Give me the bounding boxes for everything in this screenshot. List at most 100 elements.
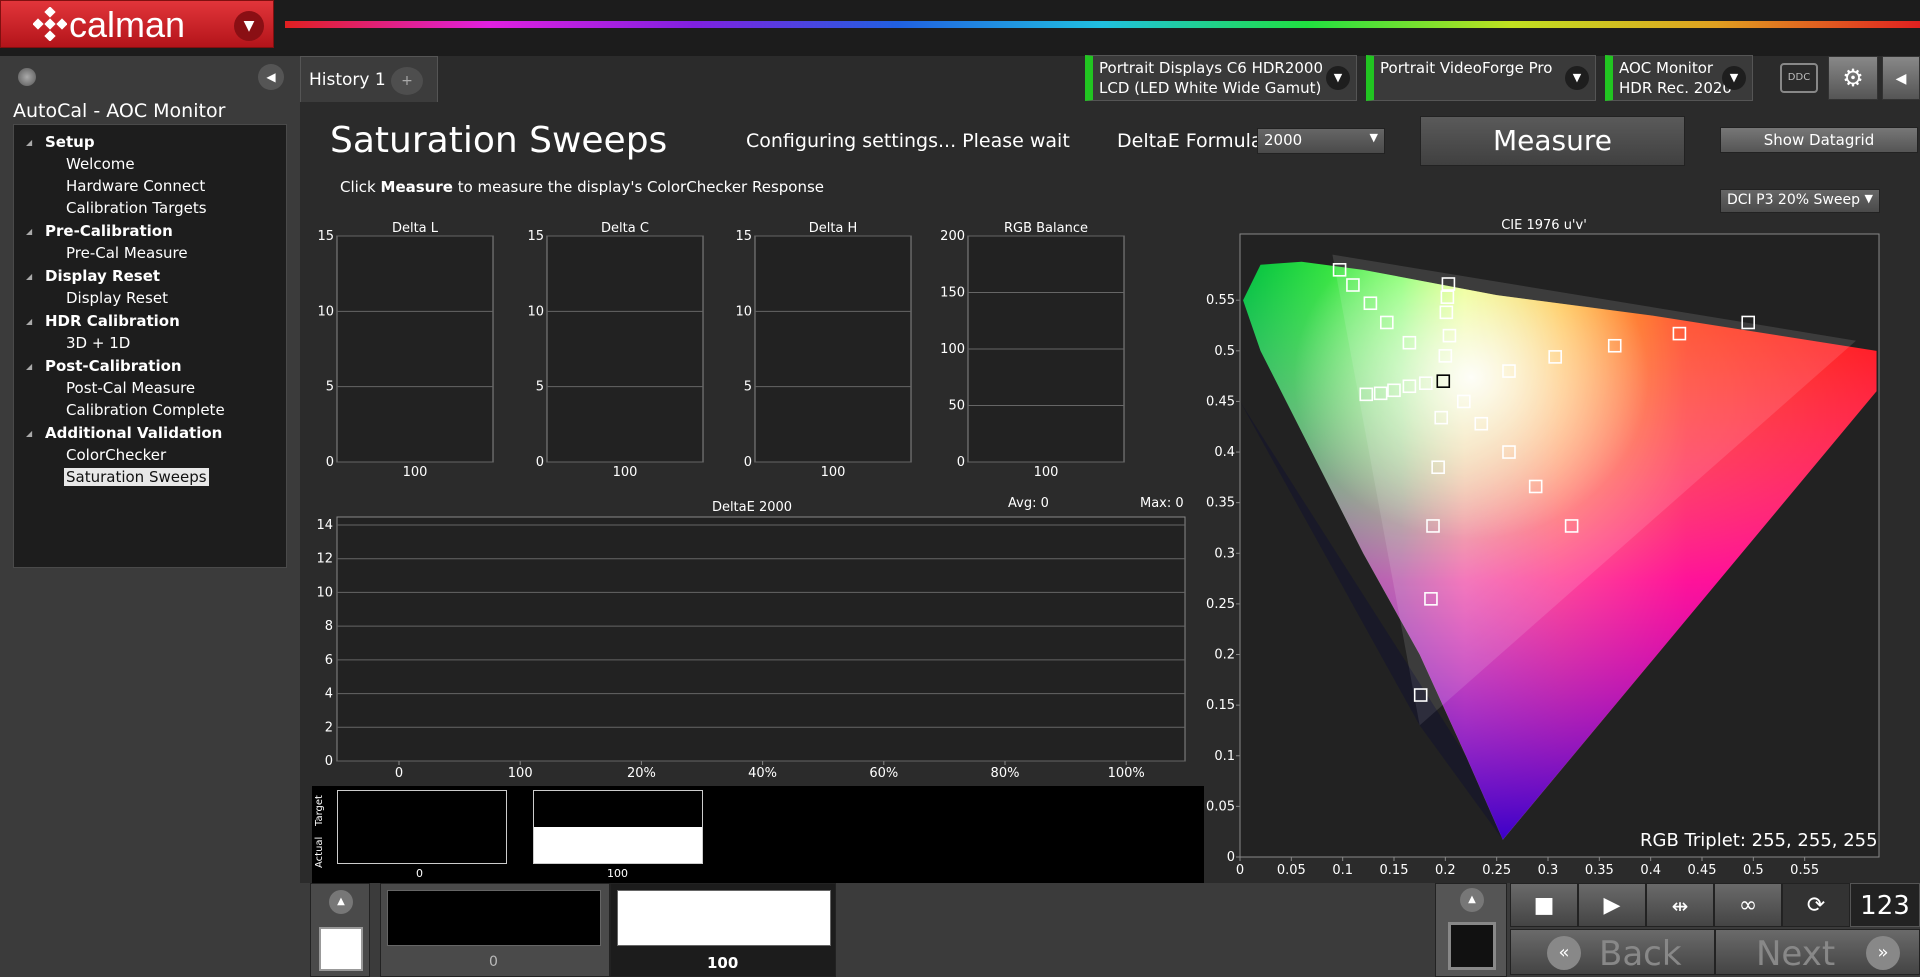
x-tick-label: 0.1 bbox=[1332, 863, 1353, 878]
y-tick-label: 0 bbox=[326, 455, 334, 470]
loop-icon[interactable]: ∞ bbox=[1714, 883, 1782, 927]
display-preview[interactable]: ▲ bbox=[1435, 883, 1507, 977]
y-tick-label: 0.3 bbox=[1214, 546, 1235, 561]
swatch-100-label: 100 bbox=[607, 867, 628, 880]
x-tick-label: 0.45 bbox=[1688, 863, 1717, 878]
y-tick-label: 0.4 bbox=[1214, 445, 1235, 460]
step-icon[interactable]: ⇹ bbox=[1646, 883, 1714, 927]
x-tick-label: 100 bbox=[508, 766, 533, 781]
y-tick-label: 0.35 bbox=[1206, 496, 1235, 511]
x-tick-label: 0.55 bbox=[1790, 863, 1819, 878]
target-label: Target bbox=[314, 795, 325, 826]
cie-title: CIE 1976 u'v' bbox=[1501, 218, 1587, 233]
y-tick-label: 5 bbox=[744, 380, 752, 395]
y-tick-label: 0.55 bbox=[1206, 293, 1235, 308]
y-tick-label: 10 bbox=[527, 304, 544, 319]
y-tick-label: 0.15 bbox=[1206, 698, 1235, 713]
bottom-bar: ▲ 0 100 ▲ ■ ▶ ⇹ ∞ ⟳ 123 « Back Next » bbox=[300, 883, 1920, 977]
y-tick-label: 0.2 bbox=[1214, 648, 1235, 663]
swatch-0 bbox=[337, 790, 507, 864]
x-tick-label: 40% bbox=[748, 766, 777, 781]
y-tick-label: 5 bbox=[536, 380, 544, 395]
y-tick-label: 0 bbox=[957, 455, 965, 470]
scroll-up-icon[interactable]: ▲ bbox=[1460, 888, 1484, 912]
x-tick-label: 0.15 bbox=[1380, 863, 1409, 878]
y-tick-label: 2 bbox=[325, 720, 333, 735]
x-tick-label: 80% bbox=[991, 766, 1020, 781]
x-tick-label: 0.05 bbox=[1277, 863, 1306, 878]
y-tick-label: 4 bbox=[325, 687, 333, 702]
y-tick-label: 15 bbox=[317, 229, 334, 244]
deltae-plot-area bbox=[336, 516, 1186, 762]
y-tick-label: 10 bbox=[316, 585, 333, 600]
actual-label: Actual bbox=[314, 836, 325, 868]
scroll-up-icon[interactable]: ▲ bbox=[329, 890, 353, 914]
chart-plot-area bbox=[546, 235, 704, 463]
chart-plot-area bbox=[336, 235, 494, 463]
y-tick-label: 0.1 bbox=[1214, 749, 1235, 764]
bottom-swatch-0[interactable]: 0 bbox=[380, 883, 610, 977]
y-tick-label: 0.05 bbox=[1206, 799, 1235, 814]
swatch-scroll-panel: ▲ bbox=[310, 883, 370, 977]
y-tick-label: 0 bbox=[744, 455, 752, 470]
y-tick-label: 10 bbox=[317, 304, 334, 319]
y-tick-label: 6 bbox=[325, 653, 333, 668]
x-tick-label: 20% bbox=[627, 766, 656, 781]
y-tick-label: 0.5 bbox=[1214, 344, 1235, 359]
y-tick-label: 50 bbox=[948, 399, 965, 414]
y-tick-label: 10 bbox=[735, 304, 752, 319]
monitor-icon bbox=[1448, 922, 1496, 970]
x-tick-label: 0.2 bbox=[1435, 863, 1456, 878]
bottom-swatch-100[interactable]: 100 bbox=[610, 883, 836, 977]
current-swatch bbox=[319, 927, 363, 971]
next-label: Next bbox=[1756, 934, 1836, 974]
x-tick-label: 0.3 bbox=[1538, 863, 1559, 878]
chart-title: RGB Balance bbox=[1004, 221, 1088, 236]
chart-title: Delta H bbox=[809, 221, 858, 236]
y-tick-label: 5 bbox=[326, 380, 334, 395]
deltae-max: Max: 0 bbox=[1140, 496, 1184, 511]
back-label: Back bbox=[1599, 934, 1682, 974]
y-tick-label: 15 bbox=[735, 229, 752, 244]
bottom-swatch-100-color bbox=[617, 890, 831, 946]
chart-plot-area bbox=[754, 235, 912, 463]
x-tick-label: 0 bbox=[395, 766, 403, 781]
back-button[interactable]: « Back bbox=[1510, 929, 1715, 975]
y-tick-label: 0 bbox=[1227, 850, 1235, 865]
refresh-icon[interactable]: ⟳ bbox=[1782, 883, 1850, 927]
x-tick-label: 100 bbox=[613, 465, 638, 480]
chart-title: Delta C bbox=[601, 221, 649, 236]
deltae-title: DeltaE 2000 bbox=[712, 500, 792, 515]
x-tick-label: 0.35 bbox=[1585, 863, 1614, 878]
deltae-avg: Avg: 0 bbox=[1008, 496, 1049, 511]
bottom-swatch-100-label: 100 bbox=[707, 954, 739, 972]
counter-display: 123 bbox=[1850, 883, 1920, 927]
y-tick-label: 0.45 bbox=[1206, 394, 1235, 409]
back-arrow-icon: « bbox=[1547, 936, 1581, 970]
next-arrow-icon: » bbox=[1866, 936, 1900, 970]
bottom-swatch-0-color bbox=[387, 890, 601, 946]
bottom-swatch-0-label: 0 bbox=[489, 954, 498, 970]
x-tick-label: 0.5 bbox=[1743, 863, 1764, 878]
x-tick-label: 60% bbox=[869, 766, 898, 781]
y-tick-label: 0.25 bbox=[1206, 597, 1235, 612]
x-tick-label: 0 bbox=[1236, 863, 1244, 878]
y-tick-label: 200 bbox=[940, 229, 965, 244]
x-tick-label: 0.25 bbox=[1482, 863, 1511, 878]
y-tick-label: 0 bbox=[325, 754, 333, 769]
next-button[interactable]: Next » bbox=[1715, 929, 1920, 975]
y-tick-label: 14 bbox=[316, 518, 333, 533]
y-tick-label: 12 bbox=[316, 552, 333, 567]
stop-icon[interactable]: ■ bbox=[1510, 883, 1578, 927]
chart-title: Delta L bbox=[392, 221, 439, 236]
x-tick-label: 100 bbox=[821, 465, 846, 480]
y-tick-label: 8 bbox=[325, 619, 333, 634]
x-tick-label: 100% bbox=[1108, 766, 1145, 781]
y-tick-label: 0 bbox=[536, 455, 544, 470]
swatch-strip: Target Actual 0 100 bbox=[312, 786, 1204, 884]
x-tick-label: 100 bbox=[1034, 465, 1059, 480]
rgb-triplet-text: RGB Triplet: 255, 255, 255 bbox=[1640, 830, 1878, 851]
play-icon[interactable]: ▶ bbox=[1578, 883, 1646, 927]
y-tick-label: 150 bbox=[940, 286, 965, 301]
y-tick-label: 15 bbox=[527, 229, 544, 244]
